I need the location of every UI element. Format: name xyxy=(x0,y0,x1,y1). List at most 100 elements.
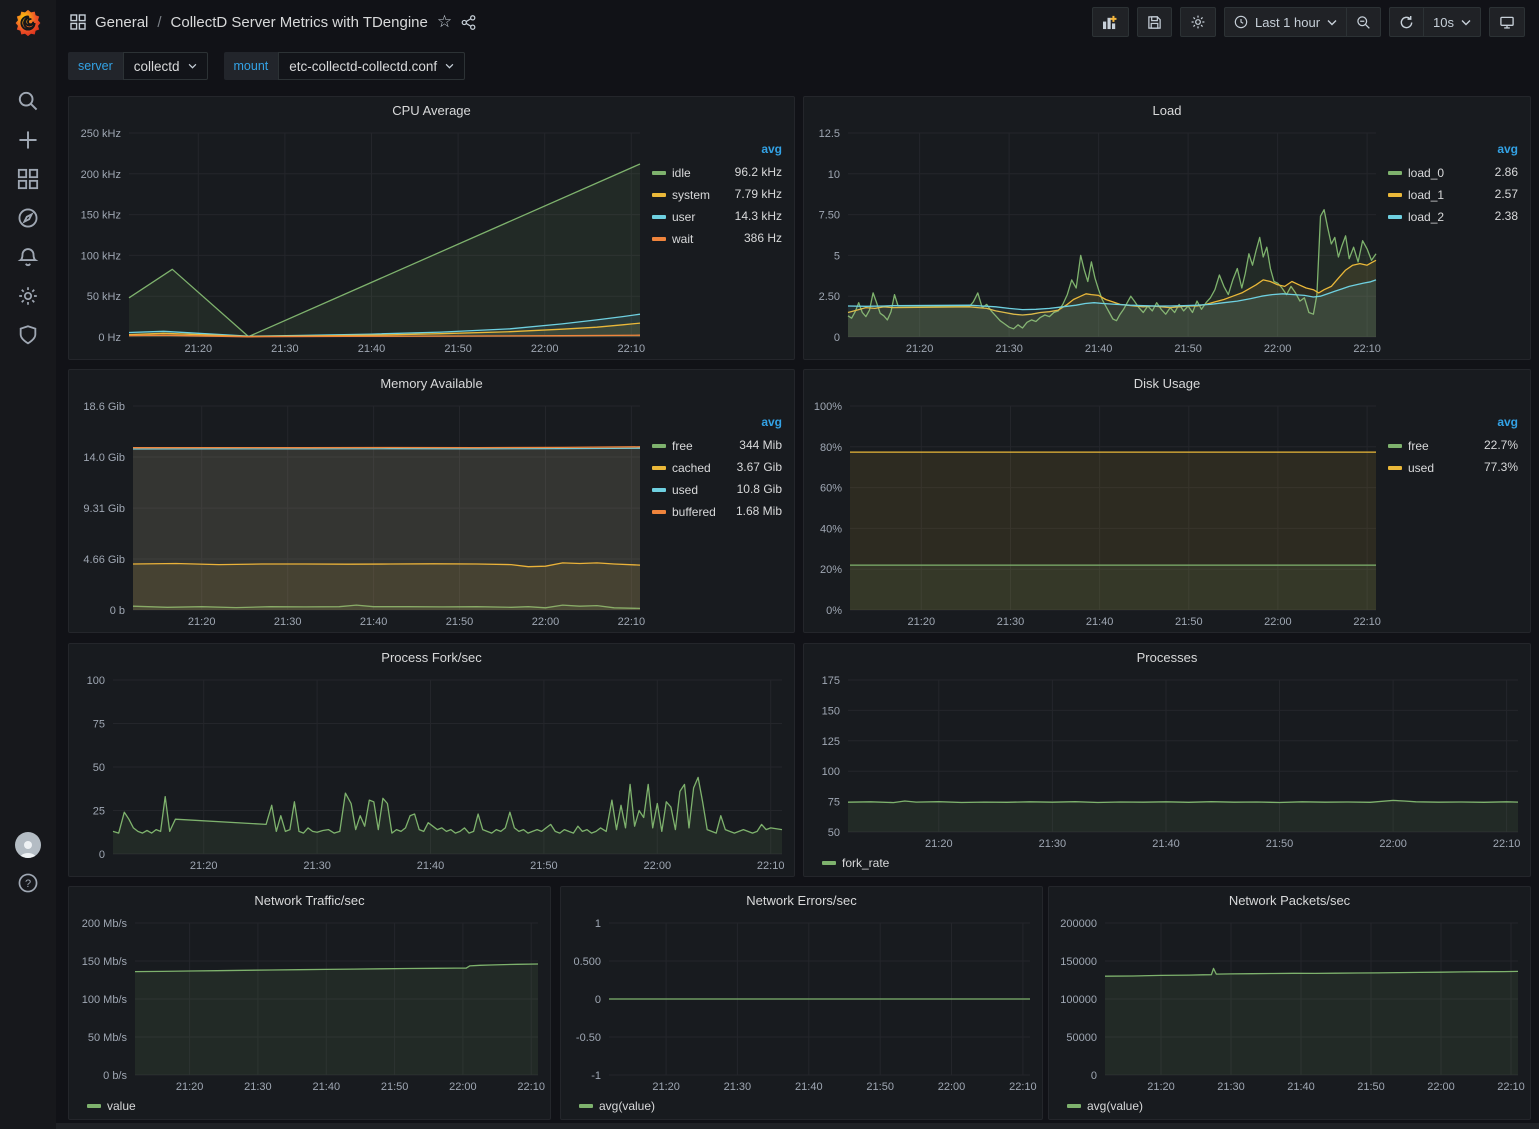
panel-load: Load 02.5057.501012.521:2021:3021:4021:5… xyxy=(803,96,1531,360)
legend-avg-header[interactable]: avg xyxy=(723,139,784,161)
panel-network-packets: Network Packets/sec 05000010000015000020… xyxy=(1048,886,1531,1120)
chart-cpu-average-plot[interactable]: 0 Hz50 kHz100 kHz150 kHz200 kHz250 kHz21… xyxy=(73,123,648,357)
svg-text:21:20: 21:20 xyxy=(185,343,213,355)
svg-text:150000: 150000 xyxy=(1060,956,1097,968)
configuration-gear-icon[interactable] xyxy=(9,285,47,307)
alerting-bell-icon[interactable] xyxy=(9,246,47,268)
panel-process-fork: Process Fork/sec 025507510021:2021:3021:… xyxy=(68,643,795,877)
horizontal-scrollbar[interactable] xyxy=(56,1123,1539,1129)
svg-text:0: 0 xyxy=(595,994,601,1006)
panel-title-processes[interactable]: Processes xyxy=(804,644,1530,670)
legend-series-free[interactable]: free xyxy=(1388,439,1429,453)
legend-series-system[interactable]: system xyxy=(652,188,710,202)
svg-text:21:30: 21:30 xyxy=(724,1081,752,1093)
series-color-swatch xyxy=(822,861,836,865)
legend-avg-header[interactable]: avg xyxy=(1462,412,1520,434)
chart-memory-available-plot[interactable]: 0 b4.66 Gib9.31 Gib14.0 Gib18.6 Gib21:20… xyxy=(73,396,648,630)
legend-series-used[interactable]: used xyxy=(652,483,698,497)
series-color-swatch xyxy=(1388,171,1402,175)
legend-series-user[interactable]: user xyxy=(652,210,695,224)
svg-text:21:50: 21:50 xyxy=(1175,616,1203,628)
svg-text:21:40: 21:40 xyxy=(1287,1081,1315,1093)
help-icon[interactable]: ? xyxy=(9,872,47,894)
panel-title-memory-available[interactable]: Memory Available xyxy=(69,370,794,396)
svg-text:21:40: 21:40 xyxy=(1086,616,1114,628)
legend-series-avg(value)[interactable]: avg(value) xyxy=(579,1099,655,1113)
svg-text:25: 25 xyxy=(93,806,105,818)
create-plus-icon[interactable] xyxy=(9,129,47,151)
chart-load-plot[interactable]: 02.5057.501012.521:2021:3021:4021:5022:0… xyxy=(808,123,1384,357)
panel-title-disk-usage[interactable]: Disk Usage xyxy=(804,370,1530,396)
svg-text:100%: 100% xyxy=(814,401,842,413)
svg-text:2.50: 2.50 xyxy=(819,291,840,303)
panel-title-network-packets[interactable]: Network Packets/sec xyxy=(1049,887,1530,913)
svg-text:22:10: 22:10 xyxy=(618,616,646,628)
panel-title-cpu-average[interactable]: CPU Average xyxy=(69,97,794,123)
svg-text:21:30: 21:30 xyxy=(271,343,299,355)
svg-text:10: 10 xyxy=(828,169,840,181)
panel-title-network-errors[interactable]: Network Errors/sec xyxy=(561,887,1042,913)
svg-text:75: 75 xyxy=(828,797,840,809)
grafana-logo[interactable] xyxy=(0,0,56,46)
svg-text:0.500: 0.500 xyxy=(573,956,601,968)
panel-network-errors: Network Errors/sec -1-0.5000.500121:2021… xyxy=(560,886,1043,1120)
svg-text:22:00: 22:00 xyxy=(1427,1081,1455,1093)
explore-compass-icon[interactable] xyxy=(9,207,47,229)
svg-text:200 kHz: 200 kHz xyxy=(81,169,121,181)
svg-text:100 Mb/s: 100 Mb/s xyxy=(82,994,128,1006)
user-avatar[interactable] xyxy=(15,832,41,858)
chart-network-errors-plot[interactable]: -1-0.5000.500121:2021:3021:4021:5022:002… xyxy=(565,913,1038,1095)
svg-text:22:10: 22:10 xyxy=(618,343,646,355)
panel-title-process-fork[interactable]: Process Fork/sec xyxy=(69,644,794,670)
svg-text:175: 175 xyxy=(822,675,840,687)
dashboards-icon[interactable] xyxy=(9,168,47,190)
legend-processes: fork_rate xyxy=(808,852,1526,874)
svg-text:22:10: 22:10 xyxy=(1009,1081,1037,1093)
series-color-swatch xyxy=(1067,1104,1081,1108)
legend-series-value: 2.57 xyxy=(1478,183,1520,205)
svg-text:21:40: 21:40 xyxy=(417,860,445,872)
legend-avg-header[interactable]: avg xyxy=(1478,139,1520,161)
svg-text:50 kHz: 50 kHz xyxy=(87,291,121,303)
svg-text:20%: 20% xyxy=(820,564,842,576)
svg-text:21:50: 21:50 xyxy=(1174,343,1202,355)
legend-series-load_1[interactable]: load_1 xyxy=(1388,188,1444,202)
legend-series-value[interactable]: value xyxy=(87,1099,136,1113)
panel-title-network-traffic[interactable]: Network Traffic/sec xyxy=(69,887,550,913)
svg-text:22:10: 22:10 xyxy=(1353,343,1381,355)
legend-series-value: 96.2 kHz xyxy=(723,161,784,183)
legend-series-free[interactable]: free xyxy=(652,439,693,453)
legend-series-buffered[interactable]: buffered xyxy=(652,505,716,519)
legend-series-wait[interactable]: wait xyxy=(652,232,693,246)
series-color-swatch xyxy=(652,488,666,492)
svg-text:18.6 Gib: 18.6 Gib xyxy=(83,401,125,413)
legend-series-idle[interactable]: idle xyxy=(652,166,691,180)
svg-text:21:30: 21:30 xyxy=(1217,1081,1245,1093)
chart-process-fork-plot[interactable]: 025507510021:2021:3021:4021:5022:0022:10 xyxy=(73,670,790,874)
svg-text:21:50: 21:50 xyxy=(381,1081,409,1093)
svg-text:22:00: 22:00 xyxy=(531,343,559,355)
series-color-swatch xyxy=(652,444,666,448)
legend-series-load_2[interactable]: load_2 xyxy=(1388,210,1444,224)
chart-disk-usage-plot[interactable]: 0%20%40%60%80%100%21:2021:3021:4021:5022… xyxy=(808,396,1384,630)
chart-network-traffic-plot[interactable]: 0 b/s50 Mb/s100 Mb/s150 Mb/s200 Mb/s21:2… xyxy=(73,913,546,1095)
chart-processes-plot[interactable]: 507510012515017521:2021:3021:4021:5022:0… xyxy=(808,670,1526,852)
svg-text:21:30: 21:30 xyxy=(244,1081,272,1093)
svg-text:60%: 60% xyxy=(820,483,842,495)
legend-series-used[interactable]: used xyxy=(1388,461,1434,475)
svg-text:22:00: 22:00 xyxy=(644,860,672,872)
server-admin-shield-icon[interactable] xyxy=(9,324,47,346)
search-icon[interactable] xyxy=(9,90,47,112)
legend-network-traffic: value xyxy=(73,1095,546,1117)
chart-network-packets-plot[interactable]: 05000010000015000020000021:2021:3021:402… xyxy=(1053,913,1526,1095)
legend-avg-header[interactable]: avg xyxy=(727,412,784,434)
panel-title-load[interactable]: Load xyxy=(804,97,1530,123)
svg-text:21:30: 21:30 xyxy=(303,860,331,872)
legend-load: avgload_02.86load_12.57load_22.38 xyxy=(1384,123,1526,357)
legend-series-cached[interactable]: cached xyxy=(652,461,711,475)
legend-series-fork_rate[interactable]: fork_rate xyxy=(822,856,889,870)
legend-series-load_0[interactable]: load_0 xyxy=(1388,166,1444,180)
legend-series-avg(value)[interactable]: avg(value) xyxy=(1067,1099,1143,1113)
svg-text:50: 50 xyxy=(93,762,105,774)
svg-text:100: 100 xyxy=(87,675,105,687)
